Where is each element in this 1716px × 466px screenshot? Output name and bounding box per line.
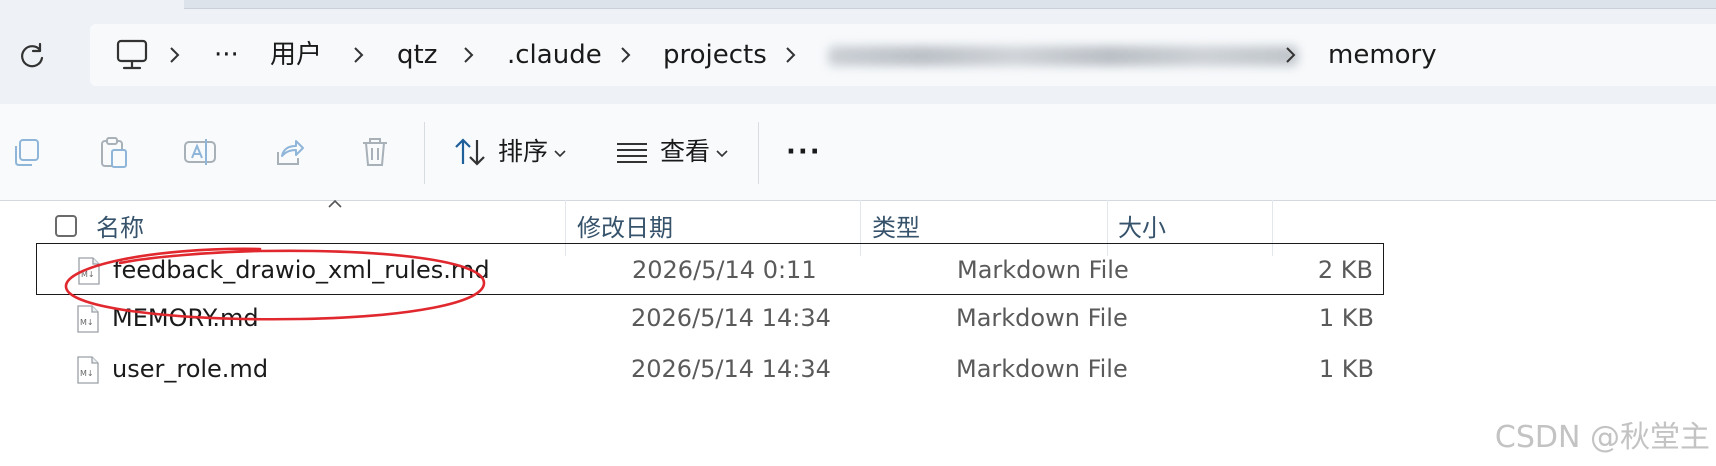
- watermark: CSDN @秋堂主: [1494, 420, 1710, 455]
- annotation-circle: [64, 247, 486, 321]
- file-size: 1 KB: [1318, 355, 1374, 383]
- select-all-checkbox[interactable]: [55, 215, 77, 237]
- delete-icon[interactable]: [357, 134, 393, 170]
- view-button[interactable]: 查看: [660, 104, 710, 200]
- file-size: 2 KB: [1317, 256, 1373, 284]
- file-type: Markdown File: [956, 304, 1128, 332]
- file-size: 1 KB: [1318, 304, 1374, 332]
- file-type: Markdown File: [957, 256, 1129, 284]
- toolbar-divider: [758, 122, 759, 184]
- copy-icon[interactable]: [10, 134, 46, 170]
- computer-icon[interactable]: [114, 38, 150, 72]
- svg-text:M↓: M↓: [80, 369, 94, 378]
- file-type: Markdown File: [956, 355, 1128, 383]
- breadcrumb-redacted-project[interactable]: [828, 46, 1298, 66]
- command-toolbar: 排序 查看 ···: [0, 104, 1716, 201]
- chevron-right-icon[interactable]: [346, 43, 370, 67]
- more-options-button[interactable]: ···: [786, 104, 822, 200]
- file-date: 2026/5/14 14:34: [631, 355, 831, 383]
- tab-strip-edge: [184, 0, 1716, 9]
- breadcrumb-memory[interactable]: memory: [1328, 24, 1437, 86]
- breadcrumb-ellipsis[interactable]: ···: [214, 24, 239, 86]
- sort-icon[interactable]: [452, 134, 488, 170]
- file-date: 2026/5/14 0:11: [632, 256, 817, 284]
- sort-button[interactable]: 排序: [498, 104, 548, 200]
- file-name[interactable]: user_role.md: [112, 343, 268, 395]
- toolbar-divider: [424, 122, 425, 184]
- chevron-down-icon[interactable]: [715, 146, 729, 160]
- breadcrumb-claude[interactable]: .claude: [507, 24, 602, 86]
- chevron-right-icon[interactable]: [456, 43, 480, 67]
- refresh-button[interactable]: [14, 38, 50, 74]
- markdown-file-icon: M↓: [77, 356, 99, 384]
- breadcrumb-users[interactable]: 用户: [270, 24, 322, 86]
- chevron-right-icon[interactable]: [613, 43, 637, 67]
- paste-icon[interactable]: [96, 134, 132, 170]
- file-date: 2026/5/14 14:34: [631, 304, 831, 332]
- share-icon[interactable]: [270, 134, 306, 170]
- address-bar-region: ··· 用户 qtz .claude projects memory: [0, 0, 1716, 104]
- refresh-icon: [21, 42, 44, 68]
- rename-icon[interactable]: [182, 134, 218, 170]
- sort-ascending-icon: [328, 199, 342, 208]
- chevron-right-icon[interactable]: [1278, 43, 1302, 67]
- table-row[interactable]: M↓ user_role.md 2026/5/14 14:34 Markdown…: [36, 343, 1384, 395]
- chevron-right-icon[interactable]: [778, 43, 802, 67]
- breadcrumb[interactable]: ··· 用户 qtz .claude projects memory: [90, 24, 1716, 86]
- chevron-down-icon[interactable]: [553, 146, 567, 160]
- breadcrumb-qtz[interactable]: qtz: [397, 24, 437, 86]
- breadcrumb-projects[interactable]: projects: [663, 24, 767, 86]
- chevron-right-icon[interactable]: [162, 43, 186, 67]
- view-list-icon[interactable]: [614, 134, 650, 170]
